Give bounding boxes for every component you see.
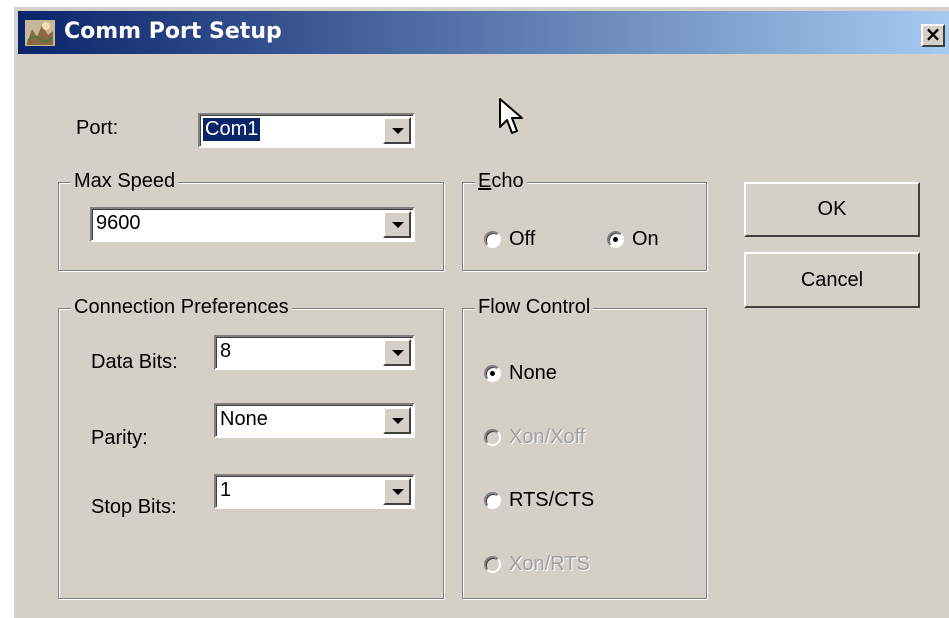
data-bits-label: Data Bits: [91,351,178,373]
parity-value: None [220,408,268,430]
max-speed-value: 9600 [96,212,141,234]
radio-icon [484,556,501,573]
connection-preferences-legend: Connection Preferences [71,296,292,319]
chevron-down-icon[interactable] [383,339,411,366]
cancel-button[interactable]: Cancel [744,252,920,308]
ok-button[interactable]: OK [744,182,920,237]
chevron-down-icon[interactable] [383,478,411,505]
max-speed-legend: Max Speed [71,170,179,193]
port-label: Port: [76,117,119,139]
chevron-down-icon[interactable] [383,211,411,238]
radio-icon [484,429,501,446]
parity-combobox[interactable]: None [214,403,415,438]
radio-selected-icon [484,365,501,382]
stop-bits-combobox[interactable]: 1 [214,474,415,509]
port-value: Com1 [203,118,261,141]
echo-accelerator: E [478,170,492,192]
port-combobox[interactable]: Com1 [198,113,415,148]
echo-group: Echo [462,170,707,271]
window-title: Comm Port Setup [64,19,282,44]
stop-bits-value: 1 [220,479,232,501]
chevron-down-icon[interactable] [383,407,411,434]
mouse-pointer-icon [499,98,523,134]
echo-legend: Echo [475,170,527,193]
echo-on-label: On [632,228,659,250]
chevron-down-icon[interactable] [383,117,411,144]
flow-control-legend: Flow Control [475,296,594,319]
parity-label: Parity: [91,427,148,449]
radio-icon [484,231,501,248]
flow-none-label: None [509,362,557,384]
data-bits-combobox[interactable]: 8 [214,335,415,370]
flow-rts-cts-label: RTS/CTS [509,489,595,511]
echo-off-label: Off [509,228,536,250]
title-bar[interactable]: Comm Port Setup × [18,11,949,54]
echo-legend-rest: cho [491,170,524,192]
max-speed-combobox[interactable]: 9600 [90,207,415,242]
close-button[interactable]: × [921,24,945,47]
flow-xon-xoff-label: Xon/Xoff [509,426,586,448]
flow-xon-rts-label: Xon/RTS [509,553,590,575]
radio-selected-icon [607,231,624,248]
app-icon [25,20,55,46]
stop-bits-label: Stop Bits: [91,496,177,518]
radio-icon [484,492,501,509]
data-bits-value: 8 [220,340,232,362]
